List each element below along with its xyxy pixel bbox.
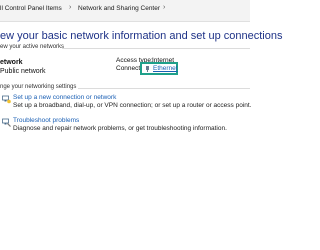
breadcrumb-item-network-sharing[interactable]: Network and Sharing Center [78, 5, 160, 12]
network-type[interactable]: Public network [0, 68, 46, 75]
section-divider [62, 48, 250, 49]
setup-connection-link[interactable]: Set up a new connection or network [13, 94, 116, 101]
breadcrumb: ll Control Panel Items › Network and Sha… [0, 0, 250, 22]
active-networks-label: ew your active networks [0, 44, 65, 50]
breadcrumb-item-control-panel[interactable]: ll Control Panel Items [0, 5, 62, 12]
page-title: ew your basic network information and se… [0, 30, 283, 42]
ethernet-connection-link[interactable]: Ethernet [153, 65, 178, 72]
section-divider [78, 88, 250, 89]
troubleshoot-problems-link[interactable]: Troubleshoot problems [13, 117, 79, 124]
troubleshoot-icon [2, 118, 11, 127]
ethernet-connection-highlight[interactable]: Ethernet [140, 62, 178, 75]
ethernet-icon [146, 66, 149, 72]
new-connection-icon [2, 95, 11, 104]
networking-settings-label: nge your networking settings [0, 84, 77, 90]
setup-connection-description: Set up a broadband, dial-up, or VPN conn… [13, 102, 252, 109]
breadcrumb-separator: › [163, 4, 166, 11]
troubleshoot-description: Diagnose and repair network problems, or… [13, 125, 227, 132]
network-name: etwork [0, 59, 23, 66]
breadcrumb-separator: › [69, 4, 72, 11]
